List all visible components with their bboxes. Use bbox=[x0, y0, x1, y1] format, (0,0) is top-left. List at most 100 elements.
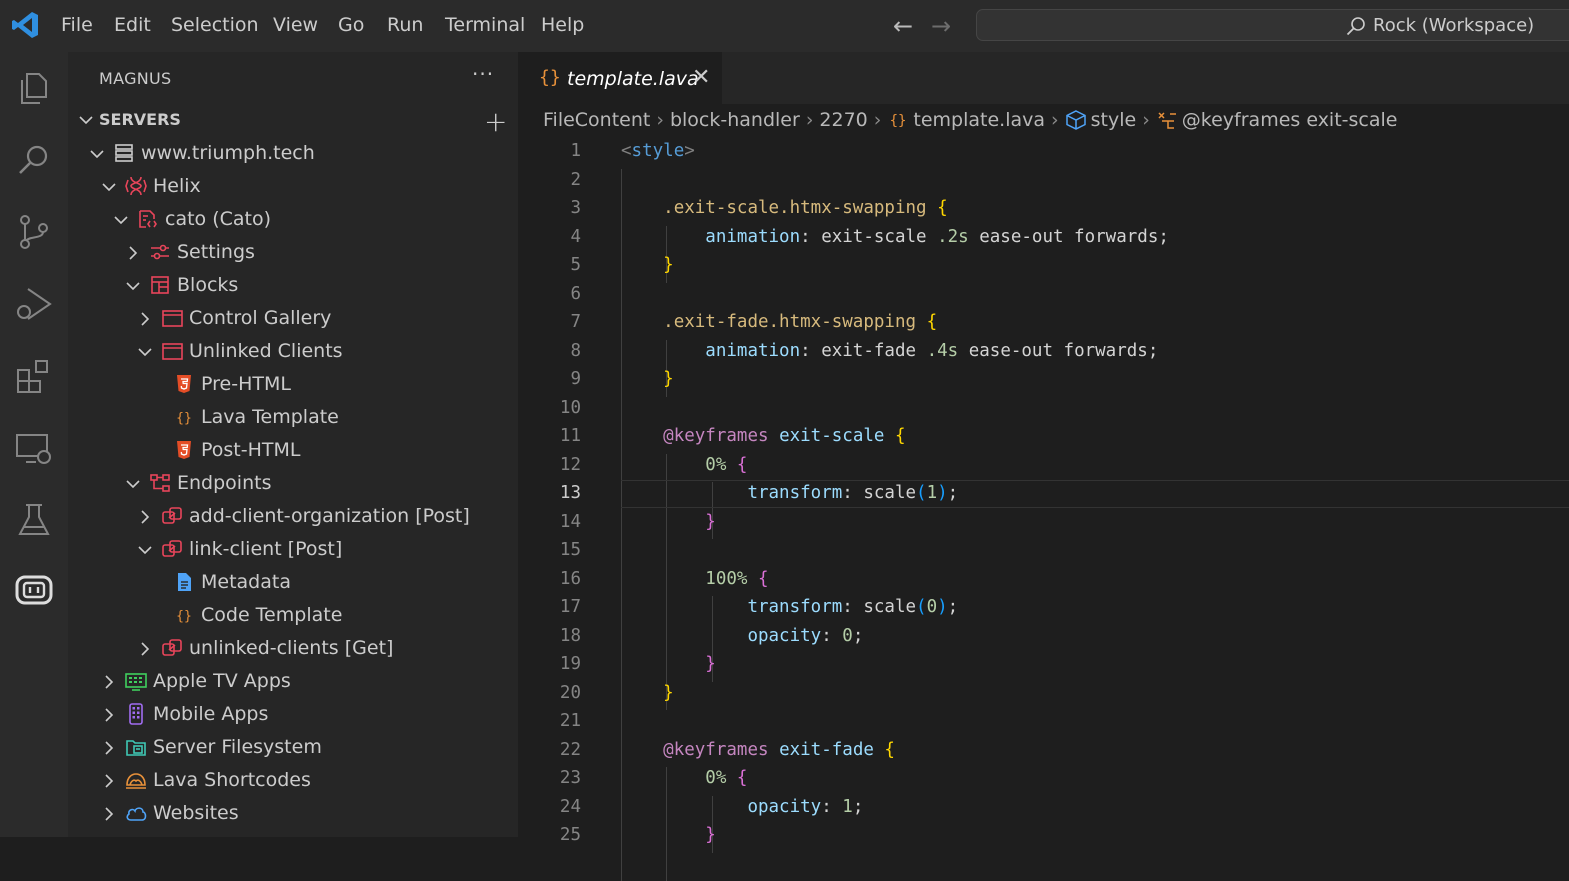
code-line[interactable]: 23 0% { bbox=[518, 765, 1569, 793]
breadcrumb-item[interactable]: 2270 bbox=[819, 108, 867, 131]
keyframes-icon bbox=[1156, 109, 1178, 131]
code-line[interactable]: 12 0% { bbox=[518, 452, 1569, 480]
chevron-right-icon[interactable] bbox=[137, 509, 153, 525]
chevron-right-icon[interactable] bbox=[101, 674, 117, 690]
code-line[interactable]: 11 @keyframes exit-scale { bbox=[518, 423, 1569, 451]
breadcrumb-item[interactable]: block-handler bbox=[670, 108, 800, 131]
breadcrumb-item[interactable]: @keyframes exit-scale bbox=[1156, 108, 1398, 131]
code-line[interactable]: 6 bbox=[518, 281, 1569, 309]
tree-item[interactable]: Mobile Apps bbox=[68, 698, 518, 731]
menu-view[interactable]: View bbox=[273, 14, 318, 36]
menu-terminal[interactable]: Terminal bbox=[445, 14, 525, 36]
arrow-right-icon[interactable]: → bbox=[931, 12, 951, 40]
tree-item[interactable]: Server Filesystem bbox=[68, 731, 518, 764]
arrow-left-icon[interactable]: ← bbox=[893, 12, 913, 40]
command-center-search[interactable]: Rock (Workspace) bbox=[976, 9, 1569, 41]
chevron-right-icon[interactable] bbox=[101, 740, 117, 756]
code-line[interactable]: 21 bbox=[518, 708, 1569, 736]
explorer-icon[interactable] bbox=[14, 68, 54, 108]
tree-item[interactable]: www.triumph.tech bbox=[68, 137, 518, 170]
code-line[interactable]: 24 opacity: 1; bbox=[518, 794, 1569, 822]
chevron-right-icon[interactable] bbox=[137, 311, 153, 327]
code-line[interactable]: 2 bbox=[518, 167, 1569, 195]
tree-item[interactable]: unlinked-clients [Get] bbox=[68, 632, 518, 665]
menu-run[interactable]: Run bbox=[387, 14, 423, 36]
menu-edit[interactable]: Edit bbox=[114, 14, 151, 36]
chevron-right-icon[interactable] bbox=[137, 641, 153, 657]
chevron-right-icon[interactable] bbox=[101, 773, 117, 789]
line-number: 16 bbox=[518, 569, 581, 589]
tree-item[interactable]: Endpoints bbox=[68, 467, 518, 500]
tree-item[interactable]: Lava Shortcodes bbox=[68, 764, 518, 797]
menu-go[interactable]: Go bbox=[338, 14, 364, 36]
chevron-right-icon: › bbox=[874, 109, 882, 131]
menu-help[interactable]: Help bbox=[541, 14, 584, 36]
code-line[interactable]: 5 } bbox=[518, 252, 1569, 280]
chevron-down-icon[interactable] bbox=[125, 476, 141, 492]
tree-item[interactable]: Control Gallery bbox=[68, 302, 518, 335]
code-line[interactable]: 20 } bbox=[518, 680, 1569, 708]
chevron-down-icon[interactable] bbox=[101, 179, 117, 195]
chevron-right-icon[interactable] bbox=[101, 707, 117, 723]
tree-item[interactable]: Pre-HTML bbox=[68, 368, 518, 401]
code-line[interactable]: 13 transform: scale(1); bbox=[518, 480, 1569, 508]
servers-section-header[interactable]: SERVERS + bbox=[68, 108, 518, 134]
chevron-right-icon[interactable] bbox=[101, 806, 117, 822]
code-line[interactable]: 22 @keyframes exit-fade { bbox=[518, 737, 1569, 765]
code-line[interactable]: 4 animation: exit-scale .2s ease-out for… bbox=[518, 224, 1569, 252]
tree-item-label: Endpoints bbox=[177, 472, 271, 494]
extensions-icon[interactable] bbox=[14, 356, 54, 396]
tree-item[interactable]: Blocks bbox=[68, 269, 518, 302]
code-line[interactable]: 16 100% { bbox=[518, 566, 1569, 594]
testing-icon[interactable] bbox=[14, 500, 54, 540]
tab-template-lava[interactable]: {} template.lava ✕ bbox=[518, 52, 722, 105]
line-number: 3 bbox=[518, 198, 581, 218]
breadcrumb-item[interactable]: style bbox=[1065, 108, 1137, 131]
chevron-down-icon[interactable] bbox=[137, 344, 153, 360]
chevron-down-icon[interactable] bbox=[137, 542, 153, 558]
code-line[interactable]: 8 animation: exit-fade .4s ease-out forw… bbox=[518, 338, 1569, 366]
tree-item[interactable]: cato (Cato) bbox=[68, 203, 518, 236]
tree-item[interactable]: {}Code Template bbox=[68, 599, 518, 632]
more-actions-icon[interactable]: ··· bbox=[472, 62, 494, 86]
rock-icon[interactable] bbox=[14, 570, 54, 610]
chevron-down-icon[interactable] bbox=[113, 212, 129, 228]
menu-selection[interactable]: Selection bbox=[171, 14, 259, 36]
close-icon[interactable]: ✕ bbox=[692, 65, 710, 90]
vscode-logo-icon[interactable] bbox=[10, 10, 40, 40]
chevron-right-icon[interactable] bbox=[125, 245, 141, 261]
code-line[interactable]: 25 } bbox=[518, 822, 1569, 850]
chevron-down-icon[interactable] bbox=[89, 146, 105, 162]
tree-item[interactable]: Apple TV Apps bbox=[68, 665, 518, 698]
breadcrumb-item[interactable]: {}template.lava bbox=[887, 108, 1045, 131]
search-icon[interactable] bbox=[14, 140, 54, 180]
tree-item[interactable]: {}Lava Template bbox=[68, 401, 518, 434]
remote-explorer-icon[interactable] bbox=[14, 428, 54, 468]
menu-file[interactable]: File bbox=[61, 14, 93, 36]
code-line[interactable]: 15 bbox=[518, 537, 1569, 565]
run-debug-icon[interactable] bbox=[14, 284, 54, 324]
code-line[interactable]: 18 opacity: 0; bbox=[518, 623, 1569, 651]
tree-item[interactable]: link-client [Post] bbox=[68, 533, 518, 566]
tree-item[interactable]: Settings bbox=[68, 236, 518, 269]
code-line[interactable]: 9 } bbox=[518, 366, 1569, 394]
tree-item[interactable]: Unlinked Clients bbox=[68, 335, 518, 368]
tree-item[interactable]: Websites bbox=[68, 797, 518, 830]
code-line[interactable]: 1<style> bbox=[518, 138, 1569, 166]
tree-item[interactable]: Metadata bbox=[68, 566, 518, 599]
code-line[interactable]: 14 } bbox=[518, 509, 1569, 537]
source-control-icon[interactable] bbox=[14, 212, 54, 252]
tree-item[interactable]: Helix bbox=[68, 170, 518, 203]
chevron-down-icon[interactable] bbox=[125, 278, 141, 294]
code-line[interactable]: 19 } bbox=[518, 651, 1569, 679]
line-number: 23 bbox=[518, 768, 581, 788]
breadcrumb-item[interactable]: FileContent bbox=[543, 108, 650, 131]
code-line[interactable]: 7 .exit-fade.htmx-swapping { bbox=[518, 309, 1569, 337]
tree-item[interactable]: add-client-organization [Post] bbox=[68, 500, 518, 533]
tree-item[interactable]: Post-HTML bbox=[68, 434, 518, 467]
code-line[interactable]: 10 bbox=[518, 395, 1569, 423]
code-line[interactable]: 3 .exit-scale.htmx-swapping { bbox=[518, 195, 1569, 223]
add-server-icon[interactable]: + bbox=[484, 105, 507, 138]
code-line[interactable]: 17 transform: scale(0); bbox=[518, 594, 1569, 622]
code-token: ease-out forwards; bbox=[969, 227, 1169, 247]
